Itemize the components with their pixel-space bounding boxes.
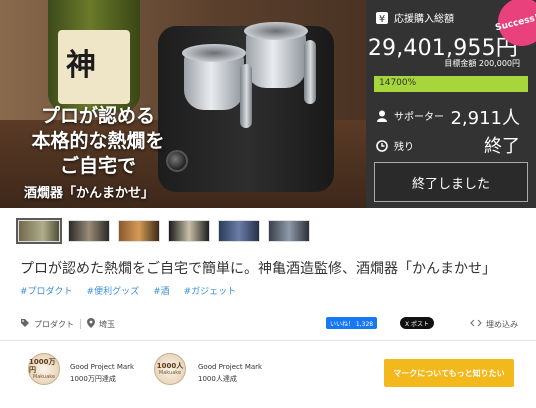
- tag-link[interactable]: #プロダクト: [20, 284, 73, 297]
- supporters-label: サポーター: [394, 112, 444, 123]
- total-label: 応援購入総額: [394, 14, 454, 25]
- progress-percent: 14700%: [379, 78, 417, 88]
- remaining-row: 残り: [376, 138, 414, 153]
- warmer-cup-right-rim: [244, 22, 308, 40]
- mark-title: Good Project Mark: [70, 363, 135, 371]
- mark-badge: 1000万円 Makuake: [28, 353, 60, 385]
- hero-title-line: ご自宅で: [59, 155, 136, 177]
- facebook-like-label: いいね！ 1,328: [330, 320, 374, 328]
- hero-image: 神 プロが認める 本格的な熱燗を ご自宅で 酒燗器「かんまかせ」: [0, 0, 366, 208]
- meta-divider: [80, 319, 81, 329]
- mark-badge-number: 1000万円: [29, 358, 56, 374]
- remaining-value: 終了: [484, 136, 520, 157]
- thumbnail-strip: [16, 218, 310, 244]
- sake-bottle-glyph: 神: [66, 48, 96, 83]
- clock-icon: [376, 139, 388, 152]
- facebook-like-button[interactable]: いいね！ 1,328: [326, 317, 378, 329]
- x-post-label: X ポスト: [405, 320, 430, 328]
- warmer-handle-right: [304, 40, 316, 104]
- remaining-label: 残り: [394, 142, 414, 153]
- project-meta: プロダクト 埼玉: [20, 318, 115, 330]
- thumbnail[interactable]: [16, 218, 62, 244]
- total-row: ¥ 応援購入総額: [376, 10, 454, 25]
- location-link[interactable]: 埼玉: [99, 319, 115, 330]
- mark-badge-number: 1000人: [156, 362, 184, 370]
- tag-list: #プロダクト #便利グッズ #酒 #ガジェット: [20, 284, 236, 297]
- mark-badge: 1000人 Makuake: [154, 353, 186, 385]
- warmer-cup-left-rim: [182, 44, 246, 62]
- supporters-value: 2,911人: [450, 108, 520, 129]
- mark-detail: 1000人達成: [198, 375, 237, 383]
- warmer-handle-left: [240, 64, 252, 128]
- tag-link[interactable]: #酒: [153, 284, 170, 297]
- hero-title-line: 本格的な熱燗を: [31, 130, 165, 152]
- thumbnail[interactable]: [268, 220, 310, 242]
- embed-button[interactable]: 埋め込み: [470, 318, 518, 330]
- status-button[interactable]: 終了しました: [374, 162, 528, 202]
- mark-description: Good Project Mark 1000人達成: [198, 361, 262, 385]
- thumbnail[interactable]: [218, 220, 260, 242]
- project-marks-section: 1000万円 Makuake Good Project Mark 1000万円達…: [0, 340, 536, 408]
- tag-icon: [20, 318, 30, 330]
- mark-title: Good Project Mark: [198, 363, 263, 371]
- goal-amount: 目標金額 200,000円: [444, 59, 520, 68]
- code-icon: [470, 318, 482, 330]
- thumbnail[interactable]: [168, 220, 210, 242]
- tag-link[interactable]: #便利グッズ: [87, 284, 140, 297]
- svg-text:¥: ¥: [379, 14, 385, 24]
- mark-badge-brand: Makuake: [158, 370, 182, 376]
- user-icon: [376, 110, 388, 122]
- thumbnail[interactable]: [68, 220, 110, 242]
- thumbnail[interactable]: [118, 220, 160, 242]
- project-title: プロが認めた熱燗をご自宅で簡単に。神亀酒造監修、酒燗器「かんまかせ」: [20, 261, 496, 277]
- supporters-row: サポーター: [376, 108, 444, 123]
- hero-subtitle: 酒燗器「かんまかせ」: [24, 186, 155, 201]
- learn-more-marks-button[interactable]: マークについてもっと知りたい: [384, 359, 514, 387]
- mark-detail: 1000万円達成: [70, 375, 116, 383]
- mark-badge-brand: Makuake: [32, 374, 56, 380]
- category-link[interactable]: プロダクト: [34, 319, 74, 330]
- location-pin-icon: [87, 318, 95, 330]
- yen-icon: ¥: [376, 11, 388, 24]
- mark-description: Good Project Mark 1000万円達成: [70, 361, 134, 385]
- hero-title: プロが認める 本格的な熱燗を ご自宅で: [18, 104, 178, 179]
- x-post-button[interactable]: X ポスト: [400, 317, 435, 329]
- success-badge-text: Success!: [494, 12, 536, 34]
- hero-title-line: プロが認める: [40, 105, 155, 127]
- embed-label: 埋め込み: [486, 319, 518, 329]
- tag-link[interactable]: #ガジェット: [184, 284, 237, 297]
- progress-bar: 14700%: [374, 76, 528, 92]
